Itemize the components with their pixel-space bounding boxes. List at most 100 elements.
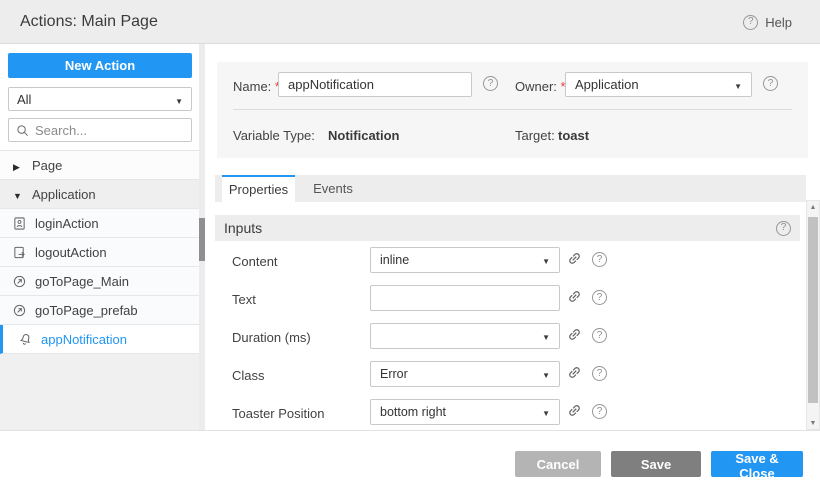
caret-down-icon <box>175 92 183 107</box>
cancel-button[interactable]: Cancel <box>515 451 601 477</box>
input-row-duration: Duration (ms) <box>215 317 800 355</box>
input-row-class: Class Error <box>215 355 800 393</box>
tree-item-label: appNotification <box>41 332 127 347</box>
text-input[interactable] <box>370 285 560 311</box>
help-icon <box>743 15 758 30</box>
save-and-close-button[interactable]: Save & Close <box>711 451 803 477</box>
class-value: Error <box>380 367 542 381</box>
page-title: Actions: Main Page <box>20 0 158 44</box>
class-binding-link-icon[interactable] <box>567 365 582 380</box>
input-row-toaster-position: Toaster Position bottom right <box>215 393 800 430</box>
actions-tree: Page Application loginAction logoutActio… <box>0 150 200 431</box>
toaster-position-label: Toaster Position <box>232 406 325 421</box>
go-to-page-icon <box>13 304 26 317</box>
tree-item-label: loginAction <box>35 216 99 231</box>
owner-dropdown[interactable]: Application <box>565 72 752 97</box>
toaster-position-help-icon[interactable] <box>592 404 607 419</box>
toaster-position-binding-link-icon[interactable] <box>567 403 582 418</box>
actions-dialog: Actions: Main Page Help New Action All P… <box>0 0 820 491</box>
inputs-help-icon[interactable] <box>776 221 791 236</box>
input-row-text: Text <box>215 279 800 317</box>
filter-dropdown[interactable]: All <box>8 87 192 111</box>
tab-spacer <box>215 175 222 202</box>
input-row-content: Content inline <box>215 241 800 279</box>
tree-item-gotopage-prefab[interactable]: goToPage_prefab <box>0 296 200 325</box>
duration-help-icon[interactable] <box>592 328 607 343</box>
tree-item-appnotification-selected[interactable]: appNotification <box>0 325 200 354</box>
tree-group-label: Page <box>32 158 62 173</box>
toaster-position-dropdown[interactable]: bottom right <box>370 399 560 425</box>
tree-item-label: goToPage_prefab <box>35 303 138 318</box>
tree-group-label: Application <box>32 187 96 202</box>
logout-icon <box>13 246 26 259</box>
go-to-page-icon <box>13 275 26 288</box>
name-label: Name: * <box>233 79 280 94</box>
tree-item-loginaction[interactable]: loginAction <box>0 209 200 238</box>
sidebar-scrollbar-thumb[interactable] <box>199 218 205 261</box>
caret-down-icon <box>542 367 550 381</box>
target-value: toast <box>558 128 589 143</box>
duration-label: Duration (ms) <box>232 330 311 345</box>
tree-item-gotopage-main[interactable]: goToPage_Main <box>0 267 200 296</box>
login-icon <box>13 217 26 230</box>
tree-item-label: logoutAction <box>35 245 107 260</box>
sidebar-empty-area <box>0 354 200 431</box>
duration-dropdown[interactable] <box>370 323 560 349</box>
search-box <box>8 118 192 142</box>
filter-value: All <box>17 92 175 107</box>
help-link[interactable]: Help <box>743 0 792 44</box>
variable-type-label: Variable Type: <box>233 128 315 143</box>
class-help-icon[interactable] <box>592 366 607 381</box>
meta-divider <box>233 109 792 110</box>
content-scrollbar[interactable]: ▲ ▼ <box>806 200 820 430</box>
inputs-section-title: Inputs <box>224 220 776 236</box>
content-scrollbar-thumb[interactable] <box>808 217 818 403</box>
actions-sidebar: New Action All Page Application <box>0 44 200 430</box>
caret-down-icon <box>542 405 550 419</box>
dialog-header: Actions: Main Page Help <box>0 0 820 44</box>
inputs-panel: Inputs Content inline Text Du <box>215 215 800 430</box>
variable-type-value: Notification <box>328 128 400 143</box>
caret-down-icon <box>542 253 550 267</box>
tree-group-application[interactable]: Application <box>0 180 200 209</box>
scroll-up-icon[interactable]: ▲ <box>807 201 819 213</box>
action-meta-panel: Name: * Owner: * Application Variable Ty… <box>217 62 808 158</box>
collapsed-triangle-icon[interactable] <box>13 158 23 173</box>
expanded-triangle-icon[interactable] <box>13 187 23 202</box>
owner-help-icon[interactable] <box>763 76 778 91</box>
content-binding-link-icon[interactable] <box>567 251 582 266</box>
tree-item-logoutaction[interactable]: logoutAction <box>0 238 200 267</box>
save-button[interactable]: Save <box>611 451 701 477</box>
caret-down-icon <box>542 329 550 343</box>
content-help-icon[interactable] <box>592 252 607 267</box>
content-value: inline <box>380 253 542 267</box>
text-label: Text <box>232 292 256 307</box>
target-label: Target: <box>515 128 555 143</box>
inputs-section-header: Inputs <box>215 215 800 241</box>
scroll-down-icon[interactable]: ▼ <box>807 417 819 429</box>
tree-group-page[interactable]: Page <box>0 151 200 180</box>
search-icon <box>16 124 29 137</box>
text-help-icon[interactable] <box>592 290 607 305</box>
class-label: Class <box>232 368 265 383</box>
content-label: Content <box>232 254 278 269</box>
new-action-button[interactable]: New Action <box>8 53 192 78</box>
owner-value: Application <box>575 77 734 92</box>
name-help-icon[interactable] <box>483 76 498 91</box>
class-dropdown[interactable]: Error <box>370 361 560 387</box>
sidebar-scrollbar[interactable] <box>199 44 205 430</box>
text-binding-link-icon[interactable] <box>567 289 582 304</box>
caret-down-icon <box>734 77 742 92</box>
content-dropdown[interactable]: inline <box>370 247 560 273</box>
toaster-position-value: bottom right <box>380 405 542 419</box>
tab-bar: Properties Events <box>215 175 806 202</box>
owner-label: Owner: * <box>515 79 566 94</box>
search-input[interactable] <box>35 123 184 138</box>
duration-binding-link-icon[interactable] <box>567 327 582 342</box>
tab-events[interactable]: Events <box>295 175 371 202</box>
tab-properties[interactable]: Properties <box>222 175 295 202</box>
tree-item-label: goToPage_Main <box>35 274 129 289</box>
name-input[interactable] <box>278 72 472 97</box>
notification-bell-icon <box>19 333 32 346</box>
dialog-footer: Cancel Save Save & Close <box>0 430 820 491</box>
